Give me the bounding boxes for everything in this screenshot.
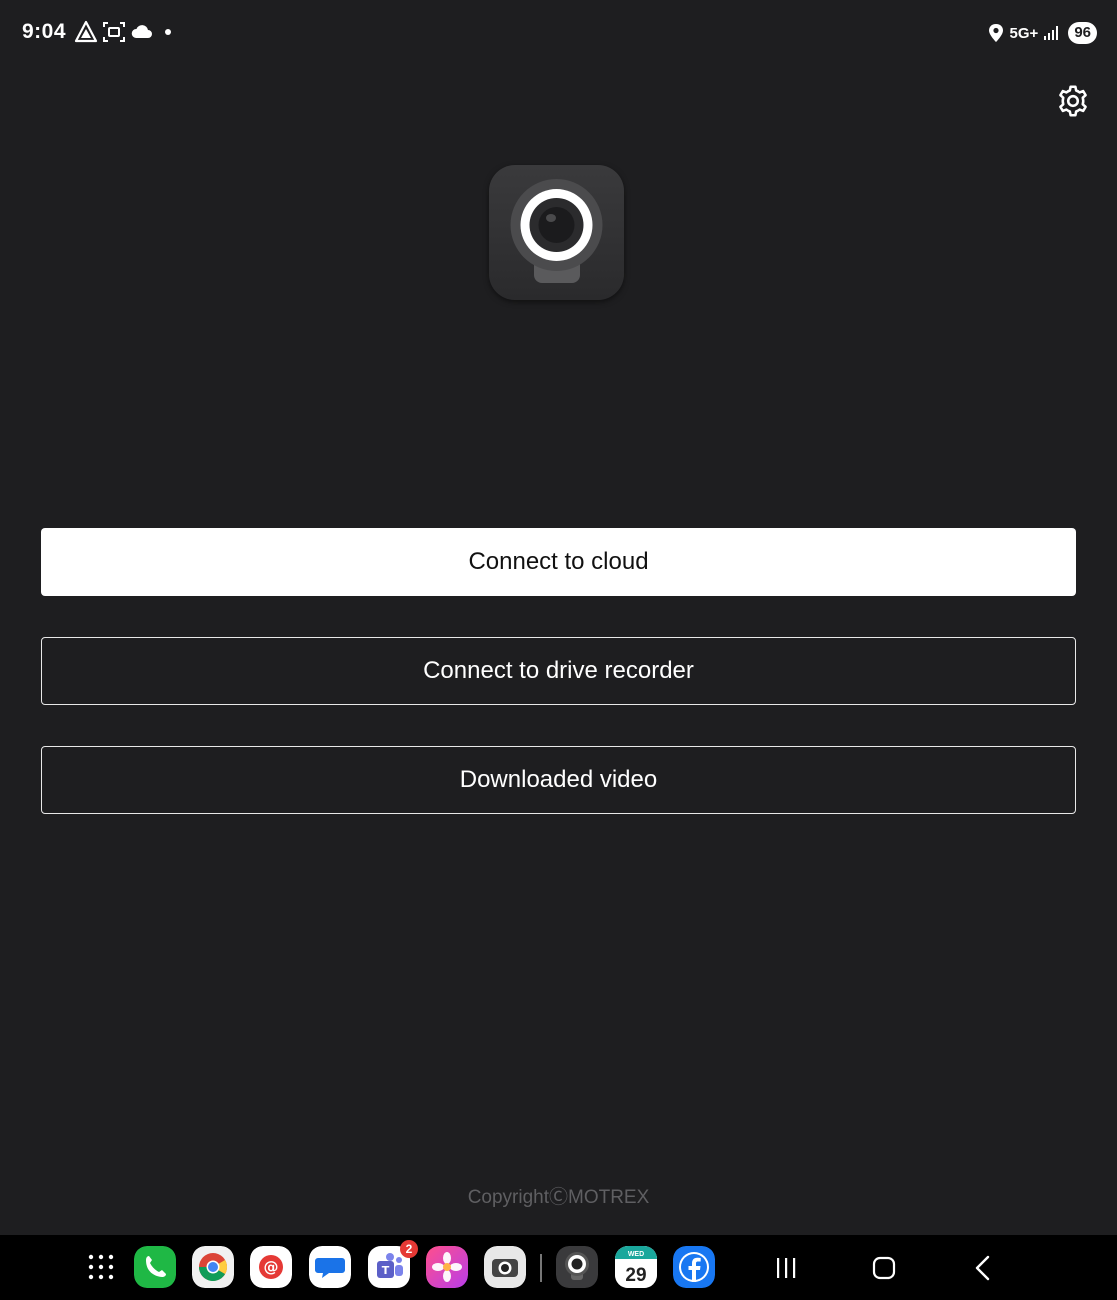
- dashcam-app-icon[interactable]: [556, 1246, 598, 1288]
- location-icon: [988, 24, 1003, 42]
- gear-icon[interactable]: [1055, 83, 1091, 119]
- email-icon[interactable]: @: [250, 1246, 292, 1288]
- gallery-icon[interactable]: [426, 1246, 468, 1288]
- status-right-group: 5G+ 96: [987, 20, 1097, 46]
- dot-icon: [165, 29, 171, 35]
- facebook-icon[interactable]: [673, 1246, 715, 1288]
- teams-app[interactable]: T 2: [368, 1240, 418, 1288]
- calendar-day-label: WED: [628, 1251, 644, 1258]
- app-drawer-icon[interactable]: [80, 1246, 122, 1288]
- calendar-icon: WED 29: [615, 1246, 657, 1288]
- battery-level: 96: [1068, 22, 1097, 44]
- status-time: 9:04: [22, 20, 67, 43]
- dashcam-logo-icon: [510, 179, 603, 283]
- chrome-icon[interactable]: [192, 1246, 234, 1288]
- svg-text:T: T: [382, 1264, 390, 1277]
- home-icon[interactable]: [866, 1250, 902, 1286]
- camera-icon[interactable]: [484, 1246, 526, 1288]
- svg-text:@: @: [264, 1258, 279, 1276]
- drive-icon: [74, 20, 98, 43]
- downloaded-video-button[interactable]: Downloaded video: [41, 746, 1076, 814]
- calendar-app[interactable]: WED 29: [615, 1246, 657, 1288]
- connect-drive-recorder-button[interactable]: Connect to drive recorder: [41, 637, 1076, 705]
- network-type: 5G+: [1009, 24, 1039, 42]
- downloaded-video-label: Downloaded video: [459, 766, 658, 793]
- signal-icon: [1044, 26, 1059, 40]
- recents-icon[interactable]: [768, 1250, 804, 1286]
- calendar-day-number: 29: [625, 1265, 646, 1286]
- app-logo: [489, 165, 624, 300]
- screenshot-icon: [103, 22, 125, 42]
- taskbar: @ T 2 WED 29: [0, 1235, 1117, 1300]
- connect-cloud-label: Connect to cloud: [468, 548, 649, 575]
- cloud-icon: [131, 25, 152, 38]
- connect-cloud-button[interactable]: Connect to cloud: [41, 528, 1076, 596]
- teams-badge: 2: [400, 1240, 418, 1258]
- back-icon[interactable]: [965, 1250, 1001, 1286]
- dock-divider: [540, 1254, 542, 1282]
- copyright-text: CopyrightⒸMOTREX: [467, 1187, 650, 1208]
- connect-drive-recorder-label: Connect to drive recorder: [423, 657, 694, 684]
- app-screen: 9:04 5G+ 96 Connect to cloud Connect to …: [0, 0, 1117, 1300]
- status-bar: 9:04 5G+ 96: [0, 0, 1117, 64]
- messages-icon[interactable]: [309, 1246, 351, 1288]
- phone-icon[interactable]: [134, 1246, 176, 1288]
